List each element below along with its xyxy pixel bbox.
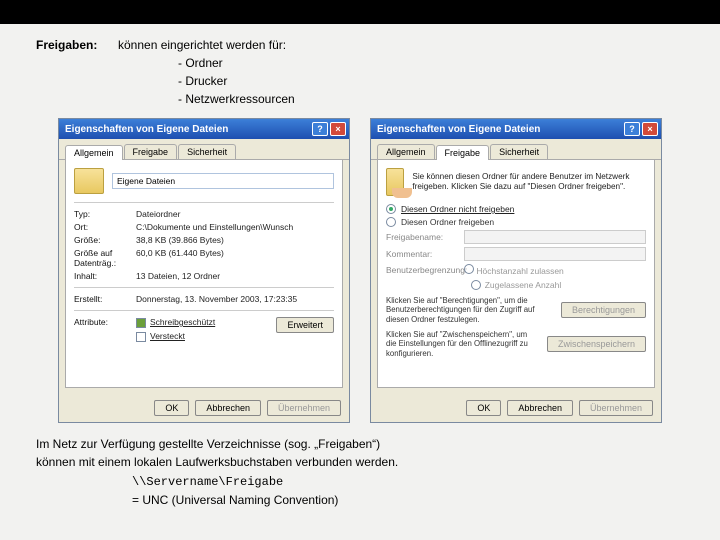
intro-desc: können eingerichtet werden für: [118,36,684,54]
cancel-button[interactable]: Abbrechen [507,400,573,416]
intro-label: Freigaben: [36,36,118,108]
cancel-button[interactable]: Abbrechen [195,400,261,416]
value-groesse: 38,8 KB (39.866 Bytes) [136,235,334,245]
radio-icon [386,204,396,214]
label-typ: Typ: [74,209,130,219]
share-desc: Sie können diesen Ordner für andere Benu… [412,172,646,193]
folder-name-input[interactable] [112,173,334,189]
label-attribute: Attribute: [74,317,130,342]
comment-input [464,247,646,261]
checkbox-readonly[interactable] [136,318,146,328]
properties-dialog-general: Eigenschaften von Eigene Dateien ? × All… [58,118,350,423]
properties-dialog-share: Eigenschaften von Eigene Dateien ? × All… [370,118,662,423]
value-inhalt: 13 Dateien, 12 Ordner [136,271,334,281]
value-typ: Dateiordner [136,209,334,219]
label-comment: Kommentar: [386,249,458,259]
bullet: - Netzwerkressourcen [178,90,684,108]
permissions-button[interactable]: Berechtigungen [561,302,646,318]
outro-text: Im Netz zur Verfügung gestellte Verzeich… [36,435,684,471]
bullet: - Ordner [178,54,684,72]
tab-share[interactable]: Freigabe [436,145,490,160]
tab-security[interactable]: Sicherheit [490,144,548,159]
label-ort: Ort: [74,222,130,232]
sharename-input [464,230,646,244]
apply-button[interactable]: Übernehmen [267,400,341,416]
intro-text: Freigaben: können eingerichtet werden fü… [36,36,684,108]
label-allow: Zugelassene Anzahl [485,280,562,290]
attr-readonly[interactable]: Schreibgeschützt [150,317,215,327]
label-disk: Größe auf Datenträg.: [74,248,130,268]
label-groesse: Größe: [74,235,130,245]
close-icon[interactable]: × [642,122,658,136]
perm-text: Klicken Sie auf "Berechtigungen", um die… [386,296,553,324]
titlebar[interactable]: Eigenschaften von Eigene Dateien ? × [59,119,349,139]
radio-icon [471,280,481,290]
tab-general[interactable]: Allgemein [377,144,435,159]
value-ort: C:\Dokumente und Einstellungen\Wunsch [136,222,334,232]
attr-hidden[interactable]: Versteckt [150,331,185,341]
share-folder-icon [386,168,404,196]
label-limit: Benutzerbegrenzung: [386,265,458,275]
close-icon[interactable]: × [330,122,346,136]
cache-text: Klicken Sie auf "Zwischenspeichern", um … [386,330,539,358]
radio-icon [386,217,396,227]
help-icon[interactable]: ? [624,122,640,136]
advanced-button[interactable]: Erweitert [276,317,334,333]
apply-button[interactable]: Übernehmen [579,400,653,416]
value-disk: 60,0 KB (61.440 Bytes) [136,248,334,268]
label-inhalt: Inhalt: [74,271,130,281]
tab-share[interactable]: Freigabe [124,144,178,159]
label-erstellt: Erstellt: [74,294,130,304]
titlebar[interactable]: Eigenschaften von Eigene Dateien ? × [371,119,661,139]
cache-button[interactable]: Zwischenspeichern [547,336,646,352]
label-sharename: Freigabename: [386,232,458,242]
window-title: Eigenschaften von Eigene Dateien [65,124,310,135]
window-title: Eigenschaften von Eigene Dateien [377,124,622,135]
value-erstellt: Donnerstag, 13. November 2003, 17:23:35 [136,294,334,304]
radio-icon [464,264,474,274]
radio-share[interactable]: Diesen Ordner freigeben [386,217,646,227]
unc-path: \\Servername\Freigabe [36,475,684,489]
tab-general[interactable]: Allgemein [65,145,123,160]
tab-security[interactable]: Sicherheit [178,144,236,159]
ok-button[interactable]: OK [154,400,189,416]
bullet: - Drucker [178,72,684,90]
radio-no-share[interactable]: Diesen Ordner nicht freigeben [386,204,646,214]
help-icon[interactable]: ? [312,122,328,136]
unc-desc: = UNC (Universal Naming Convention) [36,493,684,507]
ok-button[interactable]: OK [466,400,501,416]
checkbox-hidden[interactable] [136,332,146,342]
folder-icon [74,168,104,194]
